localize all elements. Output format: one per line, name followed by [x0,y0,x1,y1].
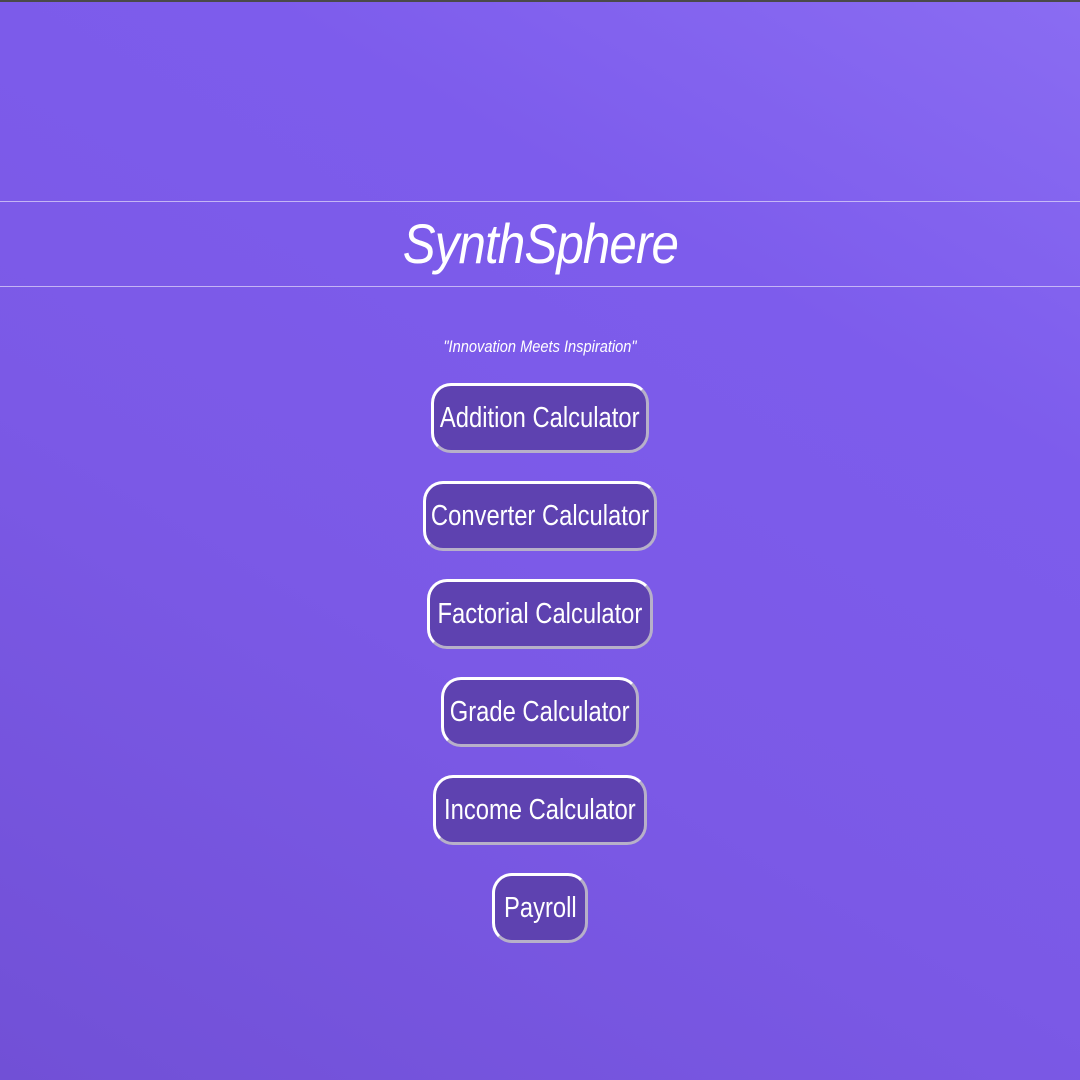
payroll-button[interactable]: Payroll [492,873,588,943]
income-calculator-button[interactable]: Income Calculator [433,775,647,845]
tagline: "Innovation Meets Inspiration" [443,337,637,356]
factorial-calculator-label: Factorial Calculator [437,597,643,630]
addition-calculator-button[interactable]: Addition Calculator [431,383,649,453]
income-calculator-label: Income Calculator [444,793,636,826]
grade-calculator-button[interactable]: Grade Calculator [441,677,639,747]
calculator-menu: Addition Calculator Converter Calculator… [0,383,1080,943]
header-band: SynthSphere [0,201,1080,287]
converter-calculator-button[interactable]: Converter Calculator [423,481,657,551]
converter-calculator-label: Converter Calculator [430,499,650,532]
payroll-label: Payroll [503,891,577,924]
site-title: SynthSphere [402,212,678,275]
window-top-edge [0,0,1080,2]
grade-calculator-label: Grade Calculator [450,695,630,728]
addition-calculator-label: Addition Calculator [440,401,640,434]
factorial-calculator-button[interactable]: Factorial Calculator [427,579,653,649]
